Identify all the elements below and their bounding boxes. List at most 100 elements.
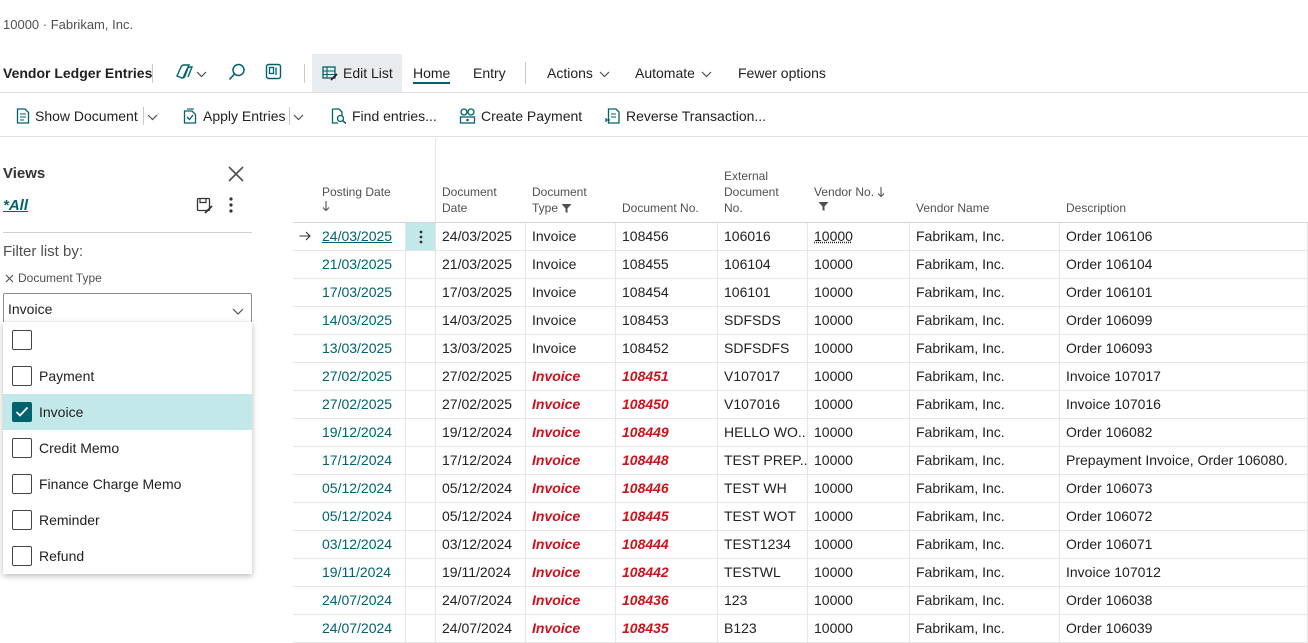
table-row[interactable]: 17/12/2024 17/12/2024 Invoice 108448 TEST PR… [293, 447, 1308, 475]
checkbox[interactable] [12, 474, 32, 494]
row-actions-cell[interactable] [406, 475, 436, 502]
show-document-dropdown[interactable] [147, 96, 163, 136]
edit-list-button[interactable]: Edit List [312, 54, 402, 92]
actions-menu[interactable]: Actions [547, 54, 610, 92]
table-row[interactable]: 27/02/2025 27/02/2025 Invoice 108451 V107017… [293, 363, 1308, 391]
column-header-vendor-name[interactable]: Vendor Name [916, 200, 989, 216]
vendor-no-cell[interactable]: 10000 [808, 587, 910, 614]
row-actions-cell[interactable] [406, 503, 436, 530]
table-row[interactable]: 24/07/2024 24/07/2024 Invoice 108435 B123 100… [293, 615, 1308, 643]
vendor-no-cell[interactable]: 10000 [808, 615, 910, 642]
vendor-no-cell[interactable]: 10000 [808, 279, 910, 306]
reverse-transaction-button[interactable]: Reverse Transaction... [605, 96, 766, 136]
copilot-button[interactable] [174, 54, 207, 92]
row-actions-cell[interactable] [406, 251, 436, 278]
row-actions-cell[interactable] [406, 615, 436, 642]
posting-date-cell[interactable]: 27/02/2025 [316, 363, 406, 390]
posting-date-cell[interactable]: 24/07/2024 [316, 615, 406, 642]
view-more-button[interactable] [228, 196, 234, 217]
vendor-no-cell[interactable]: 10000 [808, 503, 910, 530]
vendor-no-cell[interactable]: 10000 [808, 559, 910, 586]
table-row[interactable]: 24/03/2025 24/03/2025 Invoice 108456 106016 1… [293, 223, 1308, 251]
tab-entry[interactable]: Entry [473, 54, 506, 92]
vendor-no-cell[interactable]: 10000 [808, 391, 910, 418]
filter-option-credit-memo[interactable]: Credit Memo [3, 430, 252, 466]
document-type-filter-select[interactable]: Invoice [3, 293, 252, 323]
row-actions-cell[interactable] [406, 447, 436, 474]
table-row[interactable]: 03/12/2024 03/12/2024 Invoice 108444 TEST123… [293, 531, 1308, 559]
posting-date-cell[interactable]: 13/03/2025 [316, 335, 406, 362]
posting-date-cell[interactable]: 24/07/2024 [316, 587, 406, 614]
filter-option-invoice[interactable]: Invoice [3, 394, 252, 430]
posting-date-cell[interactable]: 24/03/2025 [316, 223, 406, 250]
posting-date-cell[interactable]: 19/12/2024 [316, 419, 406, 446]
vendor-no-cell[interactable]: 10000 [808, 307, 910, 334]
column-header-document-no[interactable]: Document No. [622, 200, 699, 216]
posting-date-cell[interactable]: 17/03/2025 [316, 279, 406, 306]
row-actions-cell[interactable] [406, 559, 436, 586]
vendor-no-cell[interactable]: 10000 [808, 223, 910, 250]
table-row[interactable]: 19/11/2024 19/11/2024 Invoice 108442 TESTWL 1… [293, 559, 1308, 587]
show-document-button[interactable]: Show Document [16, 96, 138, 136]
row-actions-cell[interactable] [406, 307, 436, 334]
posting-date-cell[interactable]: 05/12/2024 [316, 503, 406, 530]
fewer-options-button[interactable]: Fewer options [738, 54, 826, 92]
table-row[interactable]: 14/03/2025 14/03/2025 Invoice 108453 SDFSDS 1… [293, 307, 1308, 335]
table-row[interactable]: 27/02/2025 27/02/2025 Invoice 108450 V107016… [293, 391, 1308, 419]
vendor-no-cell[interactable]: 10000 [808, 447, 910, 474]
posting-date-cell[interactable]: 17/12/2024 [316, 447, 406, 474]
row-actions-cell[interactable] [406, 363, 436, 390]
table-row[interactable]: 19/12/2024 19/12/2024 Invoice 108449 HELLO W… [293, 419, 1308, 447]
filter-option-blank[interactable] [3, 322, 252, 358]
table-row[interactable]: 13/03/2025 13/03/2025 Invoice 108452 SDFSDFS… [293, 335, 1308, 363]
row-actions-cell[interactable] [406, 279, 436, 306]
posting-date-cell[interactable]: 05/12/2024 [316, 475, 406, 502]
row-actions-cell[interactable] [406, 419, 436, 446]
checkbox[interactable] [12, 330, 32, 350]
table-row[interactable]: 05/12/2024 05/12/2024 Invoice 108446 TEST WH… [293, 475, 1308, 503]
create-payment-button[interactable]: Create Payment [459, 96, 582, 136]
filter-option-refund[interactable]: Refund [3, 538, 252, 574]
posting-date-cell[interactable]: 19/11/2024 [316, 559, 406, 586]
row-actions-cell[interactable] [406, 335, 436, 362]
search-button[interactable] [228, 54, 246, 92]
column-header-document-date[interactable]: Document Date [442, 184, 497, 216]
vendor-no-cell[interactable]: 10000 [808, 419, 910, 446]
close-filter-pane-button[interactable] [226, 164, 246, 187]
filter-option-reminder[interactable]: Reminder [3, 502, 252, 538]
checkbox[interactable] [12, 546, 32, 566]
table-row[interactable]: 24/07/2024 24/07/2024 Invoice 108436 123 1000… [293, 587, 1308, 615]
tab-home[interactable]: Home [413, 54, 451, 92]
remove-filter-icon[interactable] [5, 274, 18, 283]
row-actions-cell[interactable] [406, 587, 436, 614]
posting-date-cell[interactable]: 27/02/2025 [316, 391, 406, 418]
save-view-button[interactable] [196, 197, 213, 217]
vendor-no-cell[interactable]: 10000 [808, 475, 910, 502]
vendor-no-cell[interactable]: 10000 [808, 363, 910, 390]
posting-date-cell[interactable]: 14/03/2025 [316, 307, 406, 334]
filter-option-payment[interactable]: Payment [3, 358, 252, 394]
table-row[interactable]: 21/03/2025 21/03/2025 Invoice 108455 106104 1… [293, 251, 1308, 279]
column-header-vendor-no[interactable]: Vendor No. [814, 184, 885, 216]
vendor-no-cell[interactable]: 10000 [808, 251, 910, 278]
find-entries-button[interactable]: Find entries... [331, 96, 437, 136]
view-all-link[interactable]: *All [3, 197, 28, 214]
table-row[interactable]: 05/12/2024 05/12/2024 Invoice 108445 TEST WO… [293, 503, 1308, 531]
column-header-document-type[interactable]: Document Type [532, 184, 587, 216]
filter-field-chip[interactable]: Document Type [5, 271, 102, 285]
checkbox[interactable] [12, 438, 32, 458]
posting-date-cell[interactable]: 21/03/2025 [316, 251, 406, 278]
vendor-no-cell[interactable]: 10000 [808, 335, 910, 362]
posting-date-cell[interactable]: 03/12/2024 [316, 531, 406, 558]
checkbox[interactable] [12, 366, 32, 386]
column-header-posting-date[interactable]: Posting Date [322, 184, 391, 216]
automate-menu[interactable]: Automate [635, 54, 712, 92]
table-row[interactable]: 17/03/2025 17/03/2025 Invoice 108454 106101 1… [293, 279, 1308, 307]
row-actions-cell[interactable] [406, 223, 436, 250]
share-button[interactable] [265, 54, 282, 92]
apply-entries-button[interactable]: Apply Entries [182, 96, 285, 136]
row-actions-cell[interactable] [406, 391, 436, 418]
column-header-external-document-no[interactable]: External Document No. [724, 168, 779, 216]
row-actions-cell[interactable] [406, 531, 436, 558]
filter-option-finance-charge-memo[interactable]: Finance Charge Memo [3, 466, 252, 502]
